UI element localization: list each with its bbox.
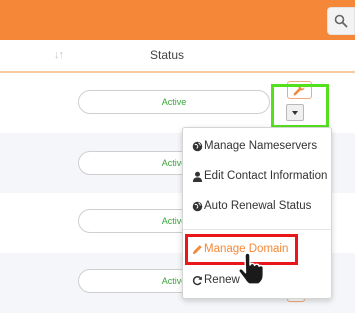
menu-divider — [183, 229, 331, 230]
top-bar — [0, 0, 355, 40]
refresh-icon — [192, 276, 202, 286]
hand-pointer-cursor-icon — [238, 252, 264, 285]
status-column-header[interactable]: Status — [150, 48, 184, 62]
sort-arrows-icon[interactable]: ↓↑ — [54, 49, 64, 61]
menu-item-label: Edit Contact Information — [204, 170, 328, 182]
status-badge: Active — [78, 90, 270, 114]
user-icon — [192, 171, 203, 182]
menu-item-manage-nameservers[interactable]: Manage Nameservers — [183, 136, 331, 158]
globe-icon — [192, 141, 203, 152]
menu-item-auto-renewal-status[interactable]: Auto Renewal Status — [183, 196, 331, 218]
globe-icon — [192, 201, 203, 212]
menu-item-edit-contact-information[interactable]: Edit Contact Information — [183, 166, 331, 188]
search-icon — [334, 14, 348, 28]
table-header: ↓↑ Status — [0, 40, 355, 73]
menu-item-label: Renew — [204, 274, 240, 286]
search-button[interactable] — [327, 7, 355, 35]
highlight-box-green — [271, 84, 329, 128]
menu-item-label: Manage Nameservers — [204, 140, 318, 152]
menu-item-label: Auto Renewal Status — [204, 200, 312, 212]
